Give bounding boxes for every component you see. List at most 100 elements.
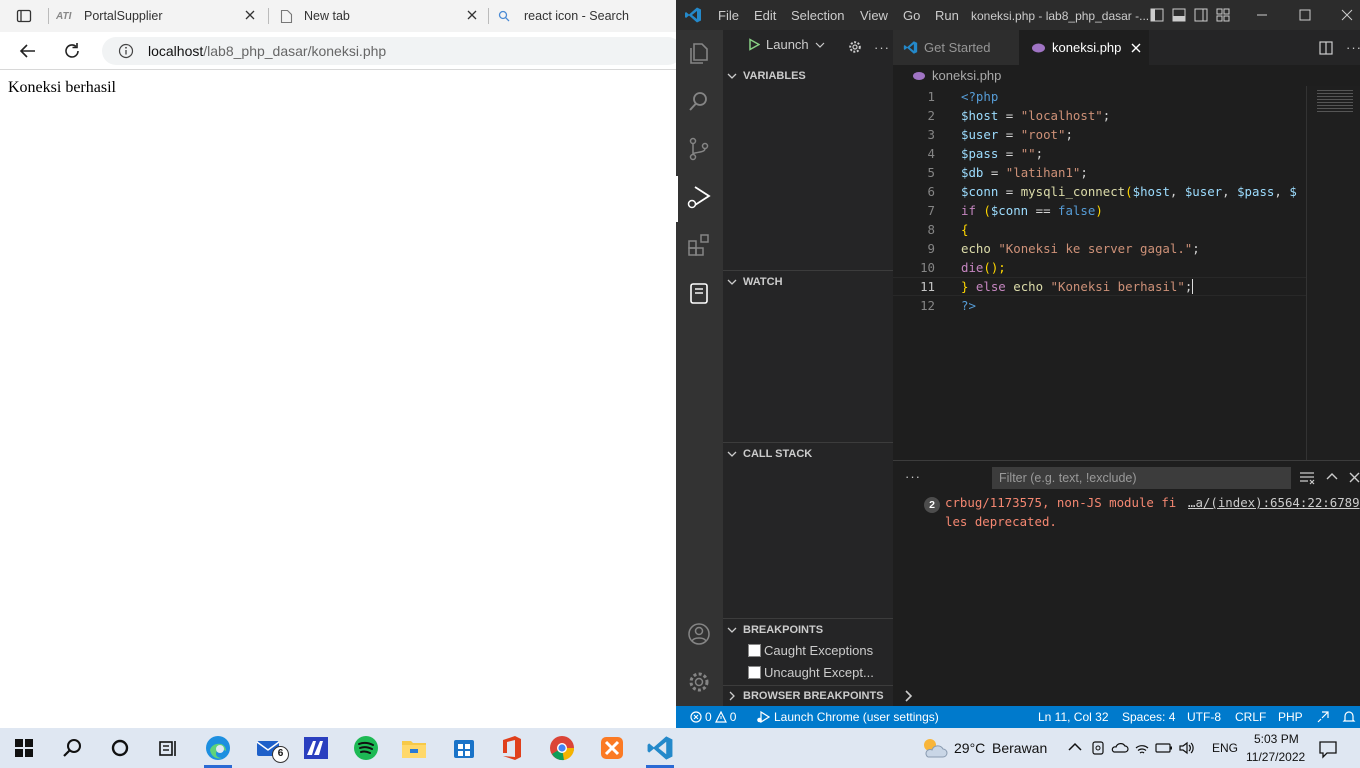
menu-file[interactable]: File [718,8,739,23]
breakpoint-uncaught-exceptions[interactable]: Uncaught Except... [748,665,874,680]
notification-center-icon[interactable] [1318,739,1338,759]
start-debugging-icon[interactable] [748,38,760,51]
debug-settings-gear-icon[interactable] [848,40,862,54]
chrome-icon[interactable] [548,734,576,762]
clock-time[interactable]: 5:03 PM [1254,732,1299,746]
back-arrow-icon[interactable] [18,41,38,61]
console-source-link[interactable]: …a/(index):6564:22:6789 [1188,495,1360,510]
tray-app-icon[interactable] [1090,740,1106,756]
menu-go[interactable]: Go [903,8,920,23]
address-bar[interactable]: localhost/lab8_php_dasar/koneksi.php [102,37,682,65]
weather-desc[interactable]: Berawan [992,740,1047,756]
editor-tab-koneksi-php[interactable]: koneksi.php [1019,30,1149,65]
code-line[interactable]: 1 <?php [893,87,1313,106]
close-window-icon[interactable] [1341,9,1353,21]
edge-browser-icon[interactable] [204,734,232,762]
code-line[interactable]: 3 $user = "root"; [893,125,1313,144]
input-language[interactable]: ENG [1212,741,1238,755]
close-panel-icon[interactable] [1349,472,1360,483]
store-icon[interactable] [450,734,478,762]
weather-temp[interactable]: 29°C [954,740,985,756]
editor-tab-get-started[interactable]: Get Started [893,30,1019,65]
task-view-icon[interactable] [156,736,184,764]
more-actions-icon[interactable]: ··· [1346,40,1360,55]
debug-launch-status[interactable]: Launch Chrome (user settings) [756,710,939,724]
toggle-secondary-sidebar-icon[interactable] [1194,8,1208,22]
customize-layout-icon[interactable] [1216,8,1230,22]
more-actions-icon[interactable]: ··· [874,40,890,55]
code-line[interactable]: 8{ [893,220,1313,239]
panel-more-icon[interactable]: ··· [905,469,921,484]
toggle-sidebar-icon[interactable] [1150,8,1164,22]
windows-start-icon[interactable] [12,736,40,764]
close-tab-icon[interactable] [244,9,256,21]
search-icon[interactable] [686,88,712,114]
close-tab-icon[interactable] [1131,43,1141,53]
language-mode[interactable]: PHP [1278,710,1303,724]
menu-view[interactable]: View [860,8,888,23]
console-filter-input[interactable]: Filter (e.g. text, !exclude) [992,467,1291,489]
code-line[interactable]: 6 $conn = mysqli_connect($host, $user, $p… [893,182,1313,201]
browser-tab-portalsupplier[interactable]: ATI PortalSupplier [56,0,266,32]
split-editor-icon[interactable] [1319,41,1333,55]
spotify-icon[interactable] [352,734,380,762]
call-stack-section-header[interactable]: CALL STACK [723,443,893,465]
vscode-taskbar-icon[interactable] [646,734,674,762]
extensions-icon[interactable] [686,232,712,258]
code-line[interactable]: 12 ?> [893,296,1313,315]
battery-icon[interactable] [1155,740,1173,756]
code-line[interactable]: 9 echo "Koneksi ke server gagal."; [893,239,1313,258]
source-control-icon[interactable] [686,136,712,162]
code-line[interactable]: 7 if ($conn == false) [893,201,1313,220]
accounts-icon[interactable] [686,621,712,647]
volume-icon[interactable] [1178,740,1194,756]
minimize-icon[interactable] [1256,9,1268,21]
maximize-icon[interactable] [1299,9,1311,21]
office-icon[interactable] [498,734,526,762]
wifi-icon[interactable] [1134,740,1150,756]
feedback-icon[interactable] [1316,710,1330,724]
menu-edit[interactable]: Edit [754,8,776,23]
chevron-up-icon[interactable] [1068,742,1082,752]
onedrive-icon[interactable] [1111,740,1129,756]
xampp-icon[interactable] [598,734,626,762]
minimap[interactable] [1306,86,1360,460]
code-line[interactable]: 4 $pass = ""; [893,144,1313,163]
tab-actions-icon[interactable] [16,8,32,24]
clear-console-icon[interactable] [1299,471,1315,485]
app-icon[interactable] [302,734,330,762]
cortana-icon[interactable] [108,736,136,764]
browser-breakpoints-section-header[interactable]: BROWSER BREAKPOINTS [723,685,893,707]
remote-explorer-icon[interactable] [686,280,712,306]
encoding[interactable]: UTF-8 [1187,710,1221,724]
console-input-chevron-icon[interactable] [904,690,914,702]
browser-tab-search[interactable]: react icon - Search [498,0,676,32]
checkbox[interactable] [748,644,761,657]
explorer-icon[interactable] [686,40,712,66]
breakpoints-section-header[interactable]: BREAKPOINTS [723,619,893,641]
watch-section-header[interactable]: WATCH [723,271,893,293]
problems-status[interactable]: 0 0 [690,710,736,724]
notifications-bell-icon[interactable] [1342,710,1356,724]
browser-tab-new-tab[interactable]: New tab [280,0,470,32]
code-line[interactable]: 11} else echo "Koneksi berhasil"; [893,277,1313,296]
settings-gear-icon[interactable] [686,669,712,695]
info-icon[interactable] [118,43,134,59]
checkbox[interactable] [748,666,761,679]
search-icon[interactable] [60,736,88,764]
cursor-position[interactable]: Ln 11, Col 32 [1038,710,1109,724]
file-explorer-icon[interactable] [400,734,428,762]
code-line[interactable]: 10 die(); [893,258,1313,277]
code-line[interactable]: 2 $host = "localhost"; [893,106,1313,125]
breadcrumb[interactable]: koneksi.php [912,68,1001,83]
toggle-panel-icon[interactable] [1172,8,1186,22]
weather-icon[interactable] [920,736,948,760]
refresh-icon[interactable] [62,41,82,61]
menu-selection[interactable]: Selection [791,8,844,23]
breakpoint-caught-exceptions[interactable]: Caught Exceptions [748,643,873,658]
code-line[interactable]: 5 $db = "latihan1"; [893,163,1313,182]
menu-run[interactable]: Run [935,8,959,23]
run-and-debug-icon[interactable] [686,184,712,210]
indentation[interactable]: Spaces: 4 [1122,710,1175,724]
end-of-line[interactable]: CRLF [1235,710,1266,724]
